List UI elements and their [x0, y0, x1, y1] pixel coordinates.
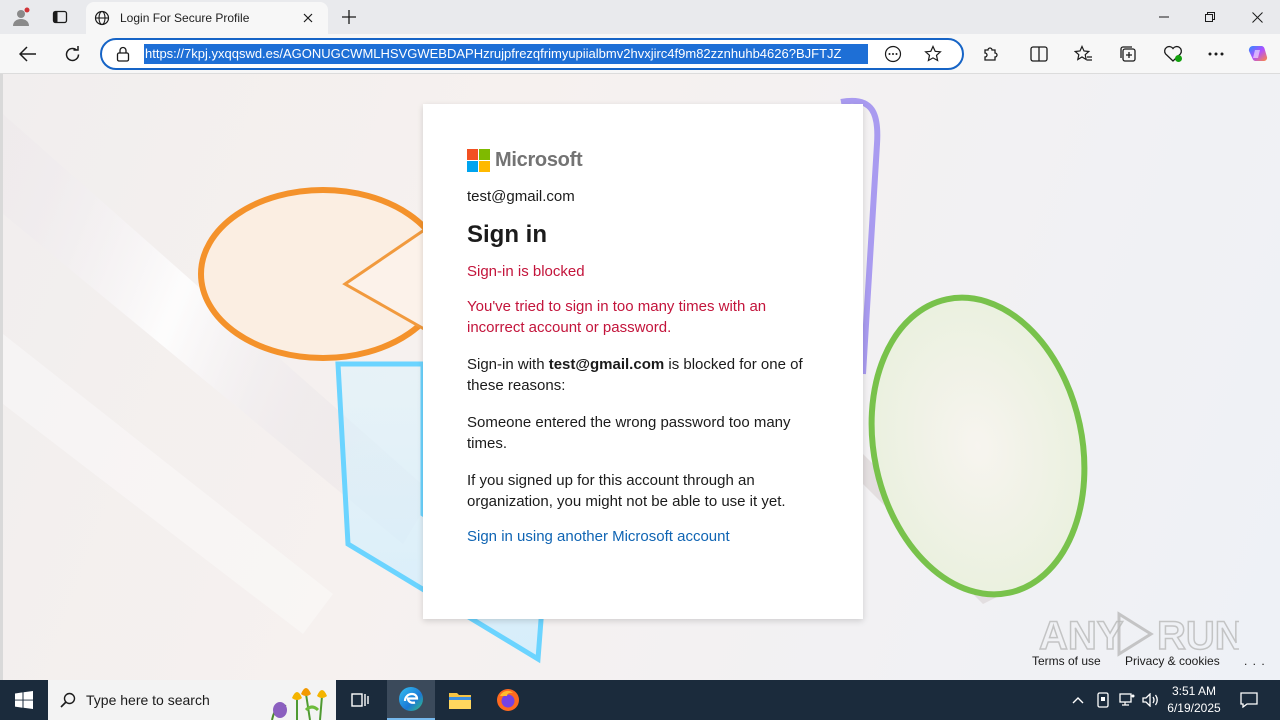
network-icon — [1119, 693, 1135, 706]
favorites-button[interactable] — [1068, 40, 1098, 68]
browser-essentials-button[interactable] — [1158, 40, 1188, 68]
account-identity: test@gmail.com — [467, 188, 575, 205]
lock-icon[interactable] — [116, 46, 130, 62]
privacy-cookies-link[interactable]: Privacy & cookies — [1125, 654, 1220, 668]
firefox-icon — [497, 689, 519, 711]
start-button[interactable] — [0, 680, 48, 720]
svg-text:ANY: ANY — [1039, 614, 1124, 658]
network-button[interactable] — [1116, 680, 1138, 720]
tab-close-button[interactable] — [298, 8, 318, 28]
microsoft-wordmark: Microsoft — [495, 148, 583, 171]
favorite-button[interactable] — [918, 42, 948, 66]
settings-more-button[interactable] — [1201, 40, 1231, 68]
restore-button[interactable] — [1187, 0, 1233, 34]
search-placeholder: Type here to search — [86, 692, 210, 708]
new-tab-button[interactable] — [336, 5, 362, 29]
copilot-button[interactable] — [1243, 40, 1273, 68]
search-highlight-flowers-icon — [271, 688, 327, 720]
windows-taskbar: Type here to search 3:51 AM 6/19/2025 — [0, 680, 1280, 720]
read-aloud-button[interactable] — [878, 42, 908, 66]
speaker-icon — [1142, 693, 1158, 707]
heart-pulse-icon — [1164, 45, 1182, 62]
extensions-button[interactable] — [976, 40, 1006, 68]
favorites-star-icon — [1073, 45, 1092, 61]
address-bar[interactable]: https://7kpj.yxqqswd.es/AGONUGCWMLHSVGWE… — [100, 38, 964, 70]
copilot-icon — [1248, 46, 1268, 61]
error-message: You've tried to sign in too many times w… — [467, 298, 767, 336]
folder-icon — [449, 693, 471, 709]
tab-title: Login For Secure Profile — [120, 11, 250, 25]
more-dots-icon — [1208, 52, 1224, 56]
chevron-up-icon — [1072, 697, 1084, 704]
more-options-link[interactable]: . . . — [1244, 654, 1266, 668]
sign-in-another-account-link[interactable]: Sign in using another Microsoft account — [467, 528, 730, 545]
refresh-icon — [65, 45, 79, 61]
error-heading: Sign-in is blocked — [467, 263, 585, 280]
taskbar-edge-app[interactable] — [387, 680, 435, 720]
restore-icon — [1205, 12, 1215, 22]
edge-icon — [399, 687, 423, 711]
task-view-button[interactable] — [336, 680, 384, 720]
url-text[interactable]: https://7kpj.yxqqswd.es/AGONUGCWMLHSVGWE… — [144, 44, 868, 64]
reason-organization: If you signed up for this account throug… — [467, 472, 786, 510]
split-screen-icon — [1030, 46, 1048, 62]
puzzle-icon — [984, 47, 998, 61]
close-window-button[interactable] — [1234, 0, 1280, 34]
taskbar-search-box[interactable]: Type here to search — [48, 680, 336, 720]
tray-device-button[interactable] — [1092, 680, 1114, 720]
close-icon — [1251, 11, 1263, 23]
tab-active[interactable]: Login For Secure Profile — [86, 2, 328, 34]
notifications-button[interactable] — [1234, 680, 1264, 720]
more-circle-icon — [884, 45, 902, 63]
sign-in-card: Microsoft test@gmail.com Sign in Sign-in… — [423, 104, 863, 619]
back-arrow-icon — [19, 46, 36, 62]
clock-time: 3:51 AM — [1171, 684, 1217, 698]
notification-icon — [1240, 692, 1258, 708]
taskbar-file-explorer-app[interactable] — [436, 680, 484, 720]
anyrun-watermark: ANY RUN — [1038, 609, 1244, 659]
tab-strip: Login For Secure Profile — [0, 0, 1280, 34]
blocked-prefix: Sign-in with — [467, 356, 549, 373]
profile-button[interactable] — [8, 5, 34, 29]
task-view-icon — [351, 693, 369, 707]
anyrun-logo-icon: ANY RUN — [1038, 611, 1244, 659]
taskbar-clock[interactable]: 3:51 AM 6/19/2025 — [1160, 683, 1228, 717]
minimize-button[interactable] — [1141, 0, 1187, 34]
split-screen-button[interactable] — [1024, 40, 1054, 68]
search-icon — [60, 692, 76, 708]
clock-date: 6/19/2025 — [1167, 701, 1221, 715]
tab-actions-button[interactable] — [46, 5, 74, 29]
browser-toolbar: https://7kpj.yxqqswd.es/AGONUGCWMLHSVGWE… — [0, 34, 1280, 74]
reason-wrong-password: Someone entered the wrong password too m… — [467, 414, 791, 452]
blocked-reason-intro: Sign-in with test@gmail.com is blocked f… — [467, 354, 819, 396]
refresh-button[interactable] — [57, 40, 87, 68]
device-icon — [1097, 692, 1109, 708]
page-title: Sign in — [467, 221, 547, 248]
terms-of-use-link[interactable]: Terms of use — [1032, 654, 1101, 668]
windows-logo-icon — [15, 691, 33, 709]
globe-icon — [94, 10, 110, 26]
microsoft-logo-icon — [467, 148, 490, 172]
close-icon — [303, 13, 313, 23]
minimize-icon — [1159, 16, 1169, 18]
show-hidden-icons-button[interactable] — [1068, 680, 1088, 720]
page-viewport: Microsoft test@gmail.com Sign in Sign-in… — [0, 74, 1280, 680]
profile-icon — [13, 7, 30, 26]
back-button[interactable] — [13, 40, 43, 68]
collections-button[interactable] — [1113, 40, 1143, 68]
volume-button[interactable] — [1140, 680, 1162, 720]
tab-actions-icon — [52, 10, 68, 24]
blocked-email: test@gmail.com — [548, 356, 665, 373]
collections-icon — [1120, 46, 1136, 62]
microsoft-logo: Microsoft — [467, 148, 819, 172]
plus-icon — [342, 10, 356, 24]
taskbar-firefox-app[interactable] — [484, 680, 532, 720]
svg-text:RUN: RUN — [1157, 614, 1239, 658]
star-icon — [924, 45, 942, 62]
